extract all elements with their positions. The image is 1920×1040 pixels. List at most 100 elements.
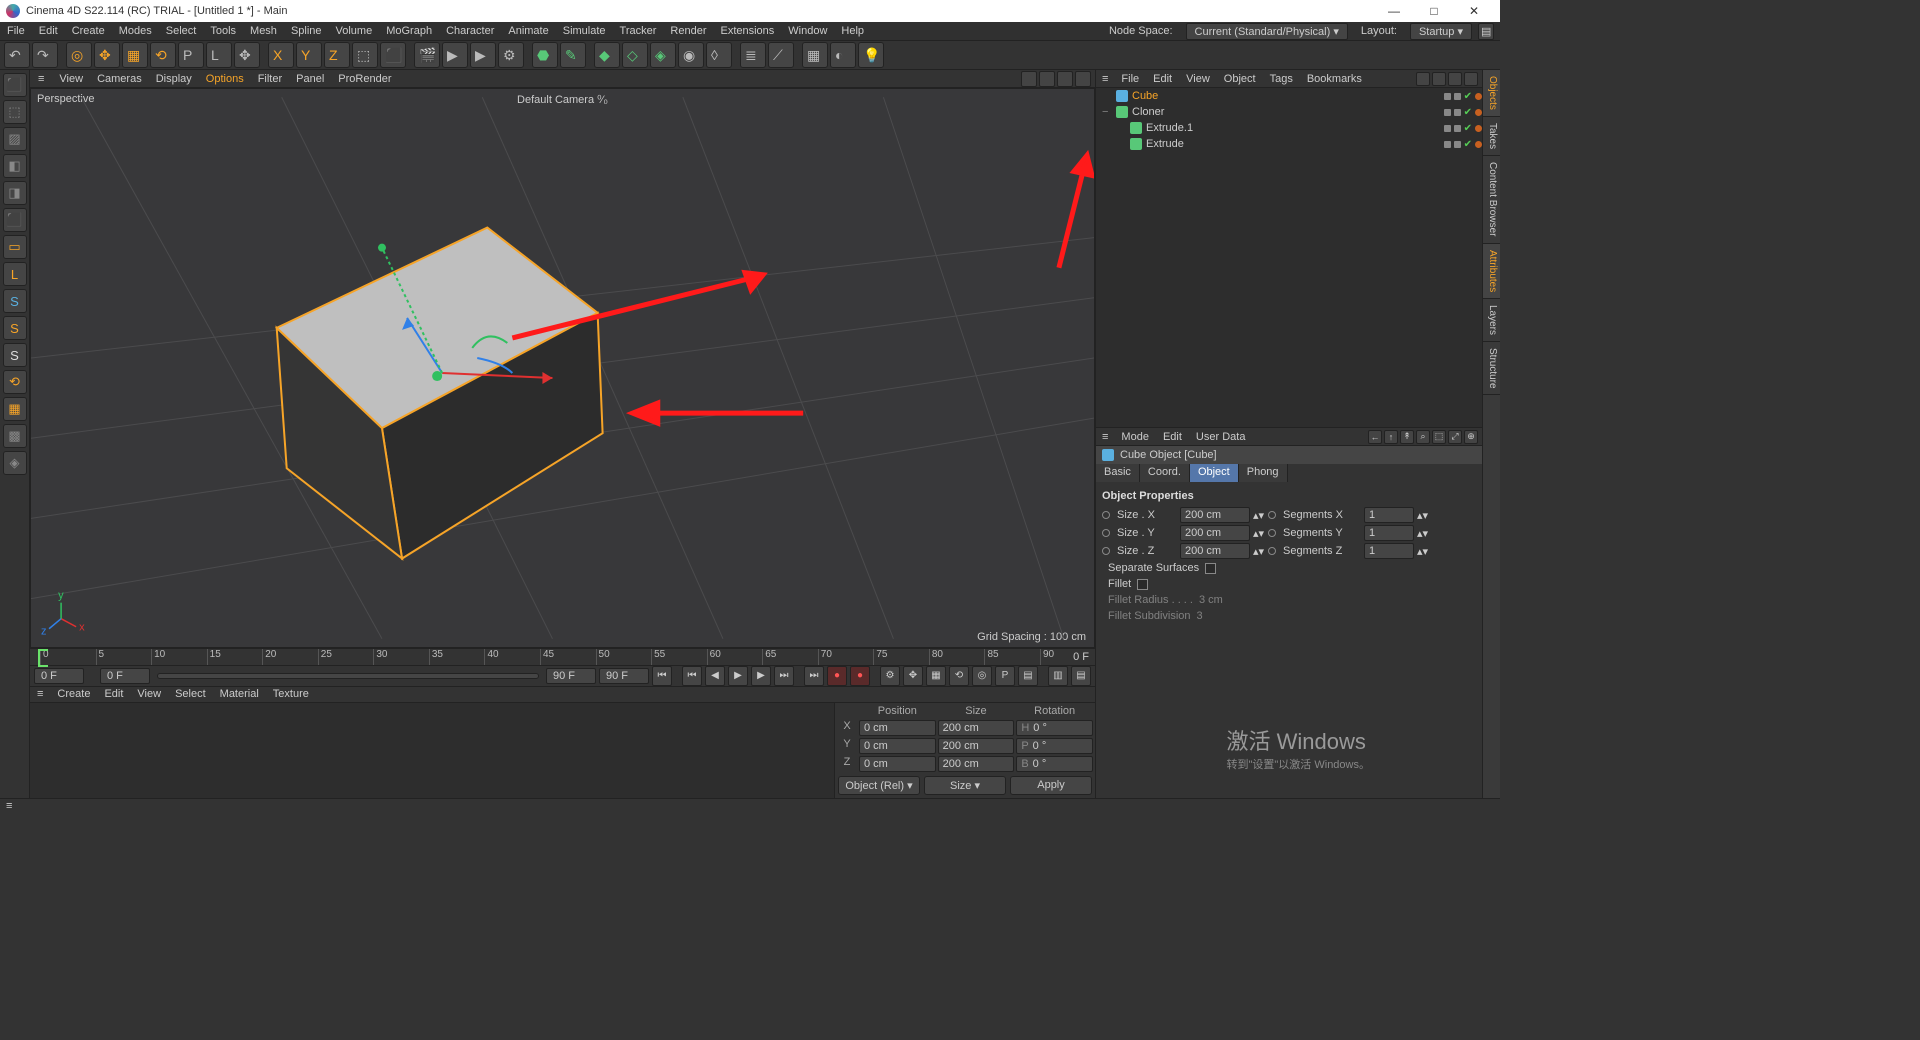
- playback-button-3[interactable]: ◀: [705, 666, 725, 686]
- left-tool-14[interactable]: ◈: [3, 451, 27, 475]
- anim-dot-icon[interactable]: [1102, 547, 1110, 555]
- left-tool-10[interactable]: S: [3, 343, 27, 367]
- frame-end-field[interactable]: 90 F: [546, 668, 596, 684]
- window-maximize-button[interactable]: □: [1414, 4, 1454, 18]
- enable-check-icon[interactable]: ✔: [1464, 139, 1472, 150]
- toolbar-button-17[interactable]: 🎬: [414, 42, 440, 68]
- vpmenu-display[interactable]: Display: [149, 73, 199, 85]
- visibility-editor-icon[interactable]: [1444, 125, 1451, 132]
- field-Size . Y[interactable]: 200 cm: [1180, 525, 1250, 541]
- viewport-option-icon-1[interactable]: [1039, 71, 1055, 87]
- vpmenu-prorender[interactable]: ProRender: [331, 73, 398, 85]
- anim-dot-icon[interactable]: [1102, 529, 1110, 537]
- field-Size . Z[interactable]: 200 cm: [1180, 543, 1250, 559]
- viewport-option-icon-2[interactable]: [1057, 71, 1073, 87]
- toolbar-button-20[interactable]: ⚙: [498, 42, 524, 68]
- rot-H[interactable]: H0 °: [1016, 720, 1093, 736]
- toolbar-button-36[interactable]: 💡: [858, 42, 884, 68]
- objmenu-view[interactable]: View: [1179, 73, 1217, 85]
- menu-edit[interactable]: Edit: [32, 25, 65, 37]
- matmenu-edit[interactable]: Edit: [97, 688, 130, 700]
- menu-character[interactable]: Character: [439, 25, 501, 37]
- left-tool-4[interactable]: ◨: [3, 181, 27, 205]
- toolbar-button-3[interactable]: ◎: [66, 42, 92, 68]
- object-name[interactable]: Extrude: [1146, 138, 1440, 150]
- toolbar-button-1[interactable]: ↷: [32, 42, 58, 68]
- hamburger-icon[interactable]: ≡: [1096, 73, 1114, 85]
- vpmenu-options[interactable]: Options: [199, 73, 251, 85]
- playback-button-18[interactable]: ▤: [1018, 666, 1038, 686]
- window-minimize-button[interactable]: —: [1374, 4, 1414, 18]
- menu-create[interactable]: Create: [65, 25, 112, 37]
- toolbar-button-34[interactable]: ▦: [802, 42, 828, 68]
- frame-total-field[interactable]: 90 F: [599, 668, 649, 684]
- left-tool-0[interactable]: ⬛: [3, 73, 27, 97]
- sidetab-takes[interactable]: Takes: [1483, 117, 1500, 156]
- menu-spline[interactable]: Spline: [284, 25, 329, 37]
- playback-button-21[interactable]: ▤: [1071, 666, 1091, 686]
- rot-B[interactable]: B0 °: [1016, 756, 1093, 772]
- apply-button[interactable]: Apply: [1010, 776, 1092, 795]
- left-tool-9[interactable]: S: [3, 316, 27, 340]
- anim-dot-icon[interactable]: [1268, 547, 1276, 555]
- viewport-option-icon-0[interactable]: [1021, 71, 1037, 87]
- menu-simulate[interactable]: Simulate: [556, 25, 613, 37]
- frame-current-field[interactable]: 0 F: [100, 668, 150, 684]
- playback-button-8[interactable]: ⏭: [804, 666, 824, 686]
- hamburger-icon[interactable]: ≡: [30, 688, 50, 700]
- menu-render[interactable]: Render: [663, 25, 713, 37]
- left-tool-7[interactable]: L: [3, 262, 27, 286]
- pos-Y[interactable]: 0 cm: [859, 738, 936, 754]
- pos-Z[interactable]: 0 cm: [859, 756, 936, 772]
- timeline-ruler[interactable]: 0510152025303540455055606570758085900 F: [30, 649, 1095, 666]
- window-close-button[interactable]: ✕: [1454, 4, 1494, 18]
- object-name[interactable]: Extrude.1: [1146, 122, 1440, 134]
- objpanel-icon-0[interactable]: [1416, 72, 1430, 86]
- toolbar-button-9[interactable]: ✥: [234, 42, 260, 68]
- left-tool-2[interactable]: ▨: [3, 127, 27, 151]
- enable-check-icon[interactable]: ✔: [1464, 91, 1472, 102]
- toolbar-button-12[interactable]: Y: [296, 42, 322, 68]
- viewport-option-icon-3[interactable]: [1075, 71, 1091, 87]
- objmenu-bookmarks[interactable]: Bookmarks: [1300, 73, 1369, 85]
- sidetab-objects[interactable]: Objects: [1483, 70, 1500, 117]
- left-tool-8[interactable]: S: [3, 289, 27, 313]
- toolbar-button-32[interactable]: ⟋: [768, 42, 794, 68]
- attrmenu-edit[interactable]: Edit: [1156, 431, 1189, 443]
- menu-file[interactable]: File: [0, 25, 32, 37]
- pos-X[interactable]: 0 cm: [859, 720, 936, 736]
- object-tree[interactable]: Cube✔−Cloner✔Extrude.1✔Extrude✔: [1096, 88, 1482, 428]
- visibility-editor-icon[interactable]: [1444, 141, 1451, 148]
- toolbar-button-28[interactable]: ◉: [678, 42, 704, 68]
- sidetab-attributes[interactable]: Attributes: [1483, 244, 1500, 299]
- attr-tab-coord.[interactable]: Coord.: [1140, 464, 1190, 482]
- attr-nav-icon-2[interactable]: ↟: [1400, 430, 1414, 444]
- toolbar-button-26[interactable]: ◇: [622, 42, 648, 68]
- anim-dot-icon[interactable]: [1102, 511, 1110, 519]
- toolbar-button-18[interactable]: ▶: [442, 42, 468, 68]
- toolbar-button-8[interactable]: L: [206, 42, 232, 68]
- toolbar-button-7[interactable]: P: [178, 42, 204, 68]
- toolbar-button-11[interactable]: X: [268, 42, 294, 68]
- playback-button-15[interactable]: ⟲: [949, 666, 969, 686]
- menu-select[interactable]: Select: [159, 25, 204, 37]
- visibility-render-icon[interactable]: [1454, 141, 1461, 148]
- object-row-Extrude[interactable]: Extrude ✔: [1096, 136, 1482, 152]
- phong-tag-icon[interactable]: [1475, 109, 1482, 116]
- menu-animate[interactable]: Animate: [501, 25, 555, 37]
- left-tool-1[interactable]: ⬚: [3, 100, 27, 124]
- sidetab-content-browser[interactable]: Content Browser: [1483, 156, 1500, 243]
- left-tool-13[interactable]: ▩: [3, 424, 27, 448]
- vpmenu-filter[interactable]: Filter: [251, 73, 289, 85]
- attr-nav-icon-5[interactable]: ⤢: [1448, 430, 1462, 444]
- phong-tag-icon[interactable]: [1475, 141, 1482, 148]
- toolbar-button-23[interactable]: ✎: [560, 42, 586, 68]
- expand-icon[interactable]: −: [1102, 106, 1112, 118]
- coord-mode-dropdown[interactable]: Object (Rel) ▾: [838, 776, 920, 795]
- menu-extensions[interactable]: Extensions: [713, 25, 781, 37]
- toolbar-button-15[interactable]: ⬛: [380, 42, 406, 68]
- enable-check-icon[interactable]: ✔: [1464, 107, 1472, 118]
- size-Y[interactable]: 200 cm: [938, 738, 1015, 754]
- hamburger-icon[interactable]: ≡: [6, 800, 12, 812]
- attrmenu-user data[interactable]: User Data: [1189, 431, 1253, 443]
